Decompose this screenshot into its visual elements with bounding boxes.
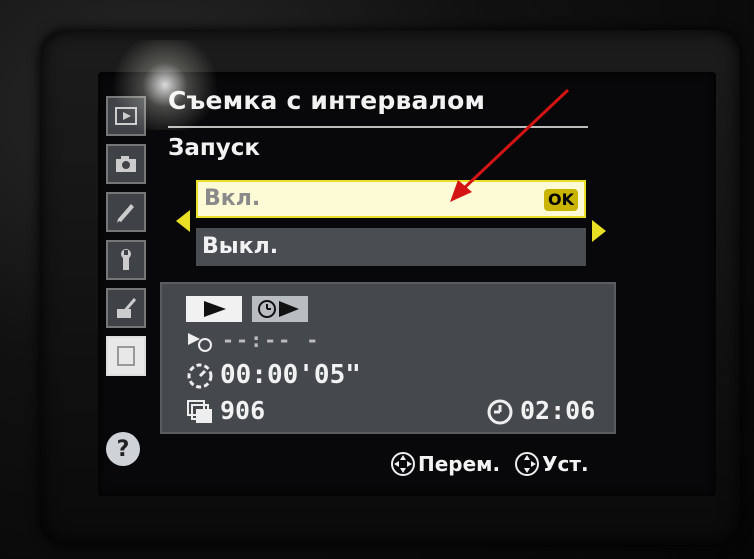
multi-selector-icon xyxy=(391,452,415,476)
tab-recent-settings[interactable] xyxy=(106,336,146,376)
section-title: Запуск xyxy=(168,135,260,161)
start-now-button[interactable] xyxy=(186,296,242,322)
start-time-button[interactable] xyxy=(252,296,308,322)
interval-row: 00:00'05" xyxy=(186,360,361,390)
move-hint: Перем. xyxy=(390,451,500,477)
tab-retouch[interactable] xyxy=(106,288,146,328)
set-label: Уст. xyxy=(542,452,589,476)
clock-icon xyxy=(487,399,513,425)
retouch-icon xyxy=(117,298,137,318)
wrench-icon xyxy=(121,249,131,270)
recent-settings-icon xyxy=(117,346,135,366)
clock-play-icon xyxy=(258,300,299,318)
interval-value: 00:00'05" xyxy=(220,360,361,390)
help-button[interactable]: ? xyxy=(106,432,140,466)
tab-custom[interactable] xyxy=(106,192,146,232)
shots-value: 906 xyxy=(220,396,266,425)
tab-playback[interactable] xyxy=(106,96,146,136)
play-icon xyxy=(204,301,226,317)
set-hint: Уст. xyxy=(514,451,589,477)
start-time-value: --:-- - xyxy=(222,328,321,352)
option-off[interactable]: Выкл. xyxy=(196,228,586,266)
multi-selector-set-icon xyxy=(515,452,540,476)
clock-value: 02:06 xyxy=(520,396,596,425)
camera-icon xyxy=(116,156,136,172)
tab-setup[interactable] xyxy=(106,240,146,280)
move-label: Перем. xyxy=(418,452,501,476)
menu-tab-rail xyxy=(100,92,152,472)
interval-icon xyxy=(187,363,213,388)
option-on-label: Вкл. xyxy=(204,186,261,211)
playback-icon xyxy=(115,107,137,125)
start-time-row: --:-- - xyxy=(186,328,320,353)
annotation-arrow xyxy=(450,88,570,202)
scroll-left-arrow xyxy=(176,210,190,232)
frames-icon xyxy=(187,400,212,423)
button-help-bar: Перем. Уст. xyxy=(390,448,630,480)
shots-row: 906 xyxy=(186,396,265,425)
start-time-icon xyxy=(188,332,212,352)
interval-info-panel: --:-- - 00:00'05" 906 02:06 xyxy=(160,282,616,434)
pencil-icon xyxy=(117,204,134,223)
scroll-right-arrow xyxy=(592,220,606,242)
option-off-label: Выкл. xyxy=(202,234,279,259)
clock-row: 02:06 xyxy=(486,396,595,426)
tab-shooting[interactable] xyxy=(106,144,146,184)
